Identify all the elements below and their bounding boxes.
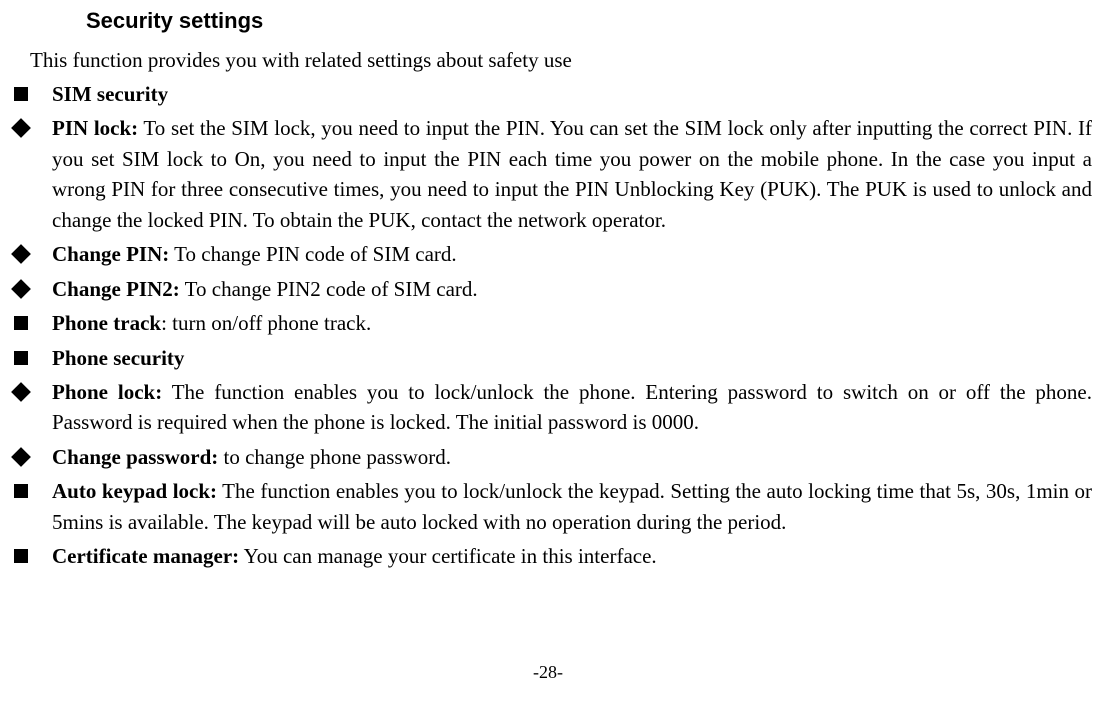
intro-text: This function provides you with related … xyxy=(30,48,1096,73)
item-text: Change password: to change phone passwor… xyxy=(52,442,1092,472)
item-text: PIN lock: To set the SIM lock, you need … xyxy=(52,113,1092,235)
item-bold-label: Certificate manager: xyxy=(52,544,239,568)
item-list: SIM security PIN lock: To set the SIM loc… xyxy=(0,79,1096,572)
item-bold-label: Change password: xyxy=(52,445,218,469)
list-item: Change PIN2: To change PIN2 code of SIM … xyxy=(0,274,1096,304)
page-title: Security settings xyxy=(86,8,1096,34)
item-description: You can manage your certificate in this … xyxy=(239,544,657,568)
item-bold-label: Change PIN: xyxy=(52,242,169,266)
item-bold-label: Change PIN2: xyxy=(52,277,180,301)
item-text: Phone security xyxy=(52,343,1092,373)
square-bullet-icon xyxy=(14,87,28,101)
list-item: SIM security xyxy=(0,79,1096,109)
list-item: PIN lock: To set the SIM lock, you need … xyxy=(0,113,1096,235)
item-bold-label: Auto keypad lock: xyxy=(52,479,217,503)
item-description: To change PIN code of SIM card. xyxy=(169,242,456,266)
square-bullet-icon xyxy=(14,316,28,330)
item-description: The function enables you to lock/unlock … xyxy=(52,380,1092,434)
item-text: Phone track: turn on/off phone track. xyxy=(52,308,1092,338)
item-description: To set the SIM lock, you need to input t… xyxy=(52,116,1092,231)
item-bold-label: Phone security xyxy=(52,346,184,370)
item-text: SIM security xyxy=(52,79,1092,109)
item-text: Change PIN2: To change PIN2 code of SIM … xyxy=(52,274,1092,304)
diamond-bullet-icon xyxy=(11,244,31,264)
list-item: Auto keypad lock: The function enables y… xyxy=(0,476,1096,537)
diamond-bullet-icon xyxy=(11,382,31,402)
item-bold-label: SIM security xyxy=(52,82,168,106)
item-text: Change PIN: To change PIN code of SIM ca… xyxy=(52,239,1092,269)
item-description: : turn on/off phone track. xyxy=(161,311,371,335)
diamond-bullet-icon xyxy=(11,447,31,467)
square-bullet-icon xyxy=(14,484,28,498)
item-text: Phone lock: The function enables you to … xyxy=(52,377,1092,438)
item-description: To change PIN2 code of SIM card. xyxy=(180,277,478,301)
list-item: Change password: to change phone passwor… xyxy=(0,442,1096,472)
list-item: Phone track: turn on/off phone track. xyxy=(0,308,1096,338)
square-bullet-icon xyxy=(14,351,28,365)
diamond-bullet-icon xyxy=(11,279,31,299)
square-bullet-icon xyxy=(14,549,28,563)
page-number: -28- xyxy=(0,662,1096,683)
list-item: Phone security xyxy=(0,343,1096,373)
page-content: Security settings This function provides… xyxy=(0,0,1096,572)
item-text: Auto keypad lock: The function enables y… xyxy=(52,476,1092,537)
item-description: to change phone password. xyxy=(218,445,451,469)
list-item: Certificate manager: You can manage your… xyxy=(0,541,1096,571)
list-item: Phone lock: The function enables you to … xyxy=(0,377,1096,438)
item-bold-label: PIN lock: xyxy=(52,116,138,140)
item-bold-label: Phone lock: xyxy=(52,380,162,404)
list-item: Change PIN: To change PIN code of SIM ca… xyxy=(0,239,1096,269)
item-bold-label: Phone track xyxy=(52,311,161,335)
item-text: Certificate manager: You can manage your… xyxy=(52,541,1092,571)
diamond-bullet-icon xyxy=(11,119,31,139)
